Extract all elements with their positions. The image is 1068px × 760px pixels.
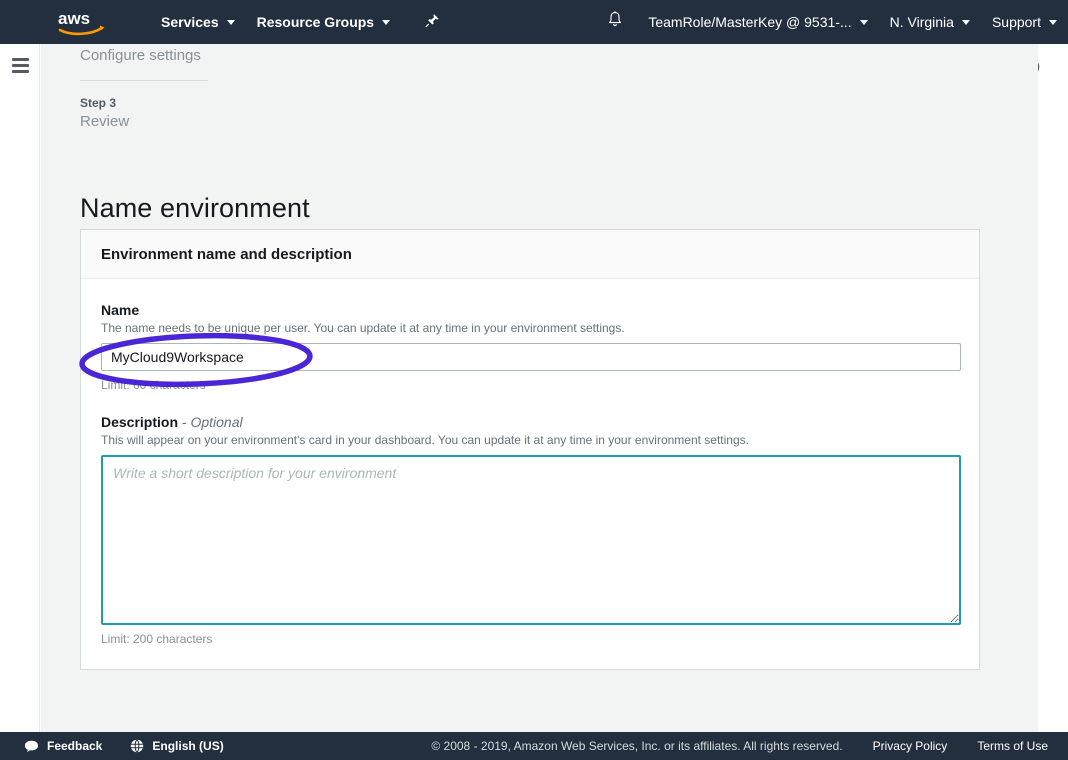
privacy-policy-link[interactable]: Privacy Policy — [873, 739, 948, 753]
nav-account-label: TeamRole/MasterKey @ 9531-... — [648, 14, 852, 30]
right-rail — [1022, 44, 1068, 736]
wizard-step-divider — [80, 80, 208, 81]
description-optional-tag: - Optional — [181, 414, 243, 430]
description-field-limit: Limit: 200 characters — [101, 632, 213, 646]
nav-services-label: Services — [161, 14, 219, 30]
feedback-link[interactable]: Feedback — [24, 739, 102, 753]
description-label-text: Description — [101, 414, 179, 430]
card-header: Environment name and description — [81, 230, 979, 279]
chevron-down-icon — [859, 19, 868, 25]
notifications-button[interactable] — [593, 0, 637, 44]
hamburger-icon[interactable] — [12, 58, 29, 76]
footer-left-group: Feedback English (US) — [24, 739, 224, 753]
nav-region-menu[interactable]: N. Virginia — [879, 0, 981, 44]
name-field-help: The name needs to be unique per user. Yo… — [101, 321, 625, 335]
name-input[interactable] — [101, 343, 961, 371]
top-navigation-bar: aws Services Resource Groups TeamRole/Ma… — [0, 0, 1068, 44]
nav-resource-groups[interactable]: Resource Groups — [246, 0, 401, 44]
page-body: Configure settings Step 3 Review Name en… — [0, 44, 1068, 736]
pin-icon — [425, 13, 440, 31]
speech-bubble-icon — [24, 740, 39, 753]
language-label: English (US) — [152, 739, 224, 753]
name-field-group: Name The name needs to be unique per use… — [101, 301, 961, 393]
bell-icon — [607, 11, 623, 33]
card-body: Name The name needs to be unique per use… — [81, 279, 979, 669]
footer-right-group: © 2008 - 2019, Amazon Web Services, Inc.… — [431, 739, 1048, 753]
language-link[interactable]: English (US) — [130, 739, 224, 753]
page-title: Name environment — [80, 193, 310, 224]
svg-text:aws: aws — [58, 9, 90, 28]
feedback-label: Feedback — [47, 739, 103, 753]
description-field-label: Description - Optional — [101, 413, 959, 431]
wizard-step-review[interactable]: Review — [80, 111, 340, 133]
footer-bar: Feedback English (US) © 2008 - 2019, Ama… — [0, 732, 1068, 760]
nav-support-menu[interactable]: Support — [981, 0, 1068, 44]
chevron-down-icon — [226, 19, 235, 25]
description-field-help: This will appear on your environment's c… — [101, 433, 749, 447]
left-rail — [0, 44, 40, 736]
wizard-step-configure-settings[interactable]: Configure settings — [80, 46, 340, 66]
chevron-down-icon — [961, 19, 970, 25]
aws-logo[interactable]: aws — [56, 7, 112, 37]
main-content: Configure settings Step 3 Review Name en… — [41, 44, 1038, 736]
name-field-limit: Limit: 60 characters — [101, 378, 206, 392]
chevron-down-icon — [1049, 19, 1057, 25]
chevron-down-icon — [382, 19, 391, 25]
nav-region-label: N. Virginia — [889, 14, 954, 30]
name-field-label: Name — [101, 302, 140, 318]
nav-resource-groups-label: Resource Groups — [256, 14, 375, 30]
nav-support-label: Support — [991, 14, 1041, 30]
globe-icon — [130, 739, 144, 753]
nav-pin-button[interactable] — [415, 0, 450, 44]
copyright-text: © 2008 - 2019, Amazon Web Services, Inc.… — [431, 739, 843, 753]
terms-of-use-link[interactable]: Terms of Use — [977, 739, 1048, 753]
nav-services[interactable]: Services — [150, 0, 246, 44]
nav-right-group: TeamRole/MasterKey @ 9531-... N. Virgini… — [593, 0, 1068, 44]
description-field-group: Description - Optional This will appear … — [101, 413, 961, 647]
wizard-step-3-label: Step 3 — [80, 96, 117, 110]
environment-card: Environment name and description Name Th… — [80, 229, 980, 670]
description-textarea[interactable] — [101, 455, 961, 625]
wizard-steps: Configure settings Step 3 Review — [80, 44, 340, 133]
nav-account-menu[interactable]: TeamRole/MasterKey @ 9531-... — [637, 0, 878, 44]
